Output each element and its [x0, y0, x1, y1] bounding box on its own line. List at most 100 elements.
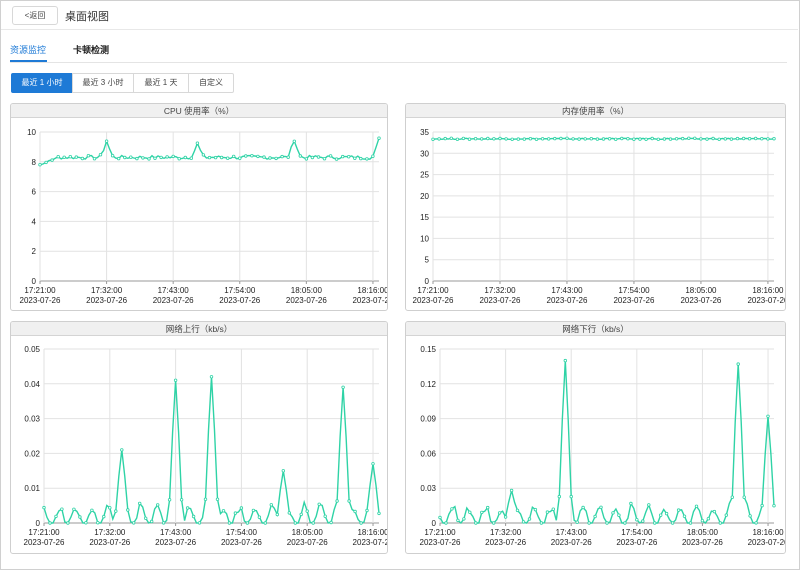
cpu-usage-chart-panel: CPU 使用率（%） 0 2 4 6 8 10 17:21:00 2023-07-26 17:3… — [10, 103, 388, 311]
data-point — [347, 155, 351, 159]
data-point — [185, 506, 190, 510]
data-point — [729, 137, 734, 141]
y-tick-label: 0.01 — [24, 484, 40, 493]
data-point — [334, 157, 339, 161]
data-point — [539, 521, 544, 525]
data-point — [559, 136, 563, 141]
data-point — [601, 137, 606, 141]
data-point — [589, 137, 593, 141]
data-point — [341, 385, 345, 389]
data-point — [171, 154, 175, 159]
data-point — [161, 521, 166, 525]
data-point — [341, 154, 345, 159]
data-point — [227, 521, 232, 525]
data-point — [455, 137, 460, 141]
data-point — [662, 137, 667, 141]
data-point — [281, 469, 285, 473]
x-tick-label: 17:32:00 — [91, 286, 123, 295]
x-tick-label: 18:16:00 — [752, 286, 784, 295]
x-tick-label: 17:43:00 — [160, 528, 192, 537]
data-point — [599, 505, 603, 509]
y-tick-label: 2 — [32, 247, 37, 256]
y-tick-label: 0 — [36, 519, 41, 528]
data-point — [42, 505, 46, 510]
y-tick-label: 8 — [32, 158, 37, 167]
data-point — [305, 509, 309, 513]
x-tick-label: 18:05:00 — [687, 528, 719, 537]
tab-lag-detection[interactable]: 卡顿检测 — [73, 43, 109, 56]
x-tick-date-label: 2023-07-26 — [221, 538, 262, 547]
data-point — [485, 505, 490, 510]
x-tick-label: 18:05:00 — [291, 286, 323, 295]
data-point — [533, 507, 538, 512]
y-tick-label: 4 — [32, 217, 37, 226]
y-tick-label: 0.03 — [24, 415, 40, 424]
data-point — [50, 158, 54, 162]
data-point — [693, 136, 697, 140]
y-tick-label: 20 — [420, 192, 429, 201]
x-tick-label: 17:21:00 — [28, 528, 60, 537]
data-point — [317, 502, 321, 506]
x-tick-label: 17:43:00 — [551, 286, 583, 295]
data-point — [60, 507, 64, 511]
data-point — [613, 137, 618, 141]
data-point — [551, 507, 555, 511]
data-point — [44, 160, 48, 165]
tab-resource-monitor[interactable]: 资源监控 — [10, 43, 46, 56]
back-button[interactable]: <返回 — [12, 6, 58, 25]
data-point — [207, 155, 212, 160]
data-point — [587, 521, 591, 525]
data-point — [219, 155, 224, 160]
data-point — [510, 137, 514, 141]
y-tick-label: 15 — [420, 213, 429, 222]
data-point — [546, 137, 551, 141]
data-point — [474, 521, 478, 525]
memory-usage-chart-panel: 内存使用率（%） 0 5 10 15 20 25 30 35 17:21:00 2023-07-2… — [405, 103, 786, 311]
data-point — [461, 136, 466, 141]
data-point — [68, 155, 72, 159]
data-point — [553, 136, 557, 141]
x-tick-date-label: 2023-07-26 — [86, 296, 127, 305]
data-point — [80, 156, 85, 161]
data-point — [262, 155, 266, 159]
data-point — [275, 512, 279, 517]
x-tick-label: 18:16:00 — [357, 528, 388, 537]
range-custom-button[interactable]: 自定义 — [188, 73, 234, 93]
series-line — [39, 137, 380, 166]
range-last-3-hours-button[interactable]: 最近 3 小时 — [72, 73, 134, 93]
y-tick-label: 0.15 — [420, 345, 436, 354]
data-point — [492, 137, 496, 141]
data-point — [509, 488, 514, 493]
range-last-1-day-button[interactable]: 最近 1 天 — [133, 73, 189, 93]
data-point — [286, 155, 290, 159]
data-point — [437, 137, 441, 141]
data-point — [705, 137, 709, 141]
x-tick-date-label: 2023-07-26 — [413, 296, 454, 305]
data-point — [711, 136, 715, 141]
y-tick-label: 35 — [420, 128, 429, 137]
data-point — [747, 137, 752, 141]
range-last-1-hour-button[interactable]: 最近 1 小时 — [11, 73, 73, 93]
data-point — [371, 154, 375, 158]
x-tick-label: 17:54:00 — [621, 528, 653, 537]
data-point — [638, 137, 642, 141]
data-point — [741, 136, 746, 141]
x-tick-date-label: 2023-07-26 — [747, 296, 786, 305]
data-point — [450, 507, 454, 511]
data-point — [647, 503, 651, 507]
data-point — [656, 137, 660, 141]
x-tick-label: 17:54:00 — [224, 286, 256, 295]
data-point — [431, 137, 435, 141]
data-point — [108, 506, 112, 510]
data-point — [62, 155, 66, 159]
network-upload-chart-panel: 网络上行（kb/s） 0 0.01 0.02 0.03 0.04 0.05 17:21:00… — [10, 321, 388, 554]
data-point — [449, 136, 453, 140]
network-upload-chart: 00.010.020.030.040.0517:21:002023-07-261… — [24, 345, 388, 547]
data-point — [623, 521, 627, 525]
data-point — [595, 137, 600, 141]
data-point — [605, 521, 609, 525]
y-tick-label: 0.06 — [420, 449, 436, 458]
data-point — [527, 517, 532, 521]
x-tick-label: 17:54:00 — [226, 528, 258, 537]
data-point — [353, 156, 357, 160]
